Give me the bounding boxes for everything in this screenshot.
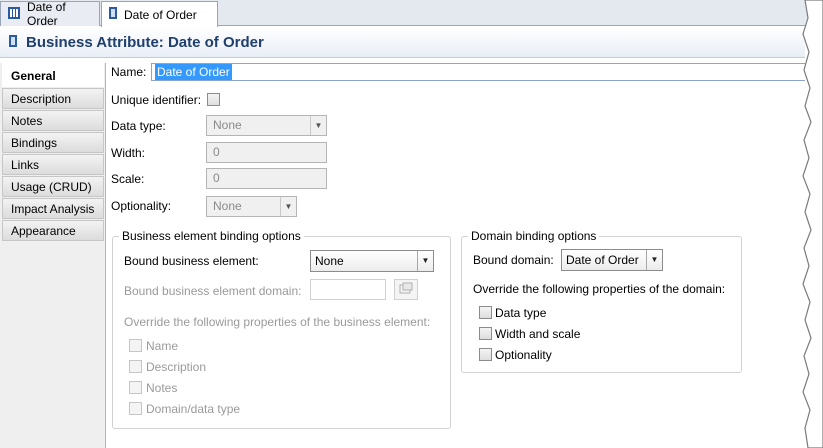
tab-attribute-date-of-order[interactable]: Date of Order bbox=[101, 1, 218, 27]
bound-business-element-domain-label: Bound business element domain: bbox=[124, 284, 302, 298]
domain-binding-group: Domain binding options Bound domain: Dat… bbox=[461, 229, 742, 373]
sidebar: General Description Notes Bindings Links… bbox=[0, 63, 106, 448]
override-width-scale-label: Width and scale bbox=[495, 327, 581, 341]
name-field[interactable]: Date of Order bbox=[151, 63, 805, 81]
chevron-down-icon: ▼ bbox=[280, 197, 296, 216]
torn-edge-decoration bbox=[802, 0, 823, 448]
sidebar-item-links[interactable]: Links bbox=[2, 154, 104, 175]
scale-value: 0 bbox=[213, 171, 220, 185]
sidebar-item-appearance[interactable]: Appearance bbox=[2, 220, 104, 241]
domain-override-label: Override the following properties of the… bbox=[473, 282, 726, 296]
scale-label: Scale: bbox=[111, 172, 145, 186]
browse-domain-button[interactable] bbox=[394, 279, 418, 300]
tab-label: Date of Order bbox=[124, 7, 197, 22]
override-width-scale-checkbox[interactable] bbox=[479, 327, 492, 340]
optionality-label: Optionality: bbox=[111, 199, 172, 213]
bound-domain-select[interactable]: Date of Order ▼ bbox=[561, 249, 663, 271]
browse-icon bbox=[399, 282, 413, 297]
general-panel: Name: Date of Order Unique identifier: D… bbox=[106, 59, 805, 448]
override-description-label: Description bbox=[146, 360, 207, 374]
override-name-label: Name bbox=[146, 339, 179, 353]
override-name-checkbox[interactable] bbox=[129, 339, 142, 352]
editor-tab-bar: Date of Order Date of Order bbox=[0, 0, 823, 28]
data-type-select[interactable]: None ▼ bbox=[206, 115, 327, 136]
bound-business-element-label: Bound business element: bbox=[124, 254, 259, 268]
override-optionality-label: Optionality bbox=[495, 348, 552, 362]
business-binding-title: Business element binding options bbox=[119, 229, 304, 243]
sidebar-item-description[interactable]: Description bbox=[2, 88, 104, 109]
data-type-value: None bbox=[213, 118, 242, 132]
attribute-icon bbox=[8, 34, 18, 51]
name-label: Name: bbox=[111, 65, 147, 79]
sidebar-item-notes[interactable]: Notes bbox=[2, 110, 104, 131]
override-notes-label: Notes bbox=[146, 381, 178, 395]
sidebar-item-general[interactable]: General bbox=[2, 63, 104, 87]
unique-identifier-checkbox[interactable] bbox=[207, 93, 220, 106]
optionality-value: None bbox=[213, 199, 242, 213]
business-override-label: Override the following properties of the… bbox=[124, 315, 431, 329]
chevron-down-icon: ▼ bbox=[646, 250, 662, 270]
width-label: Width: bbox=[111, 146, 146, 160]
bound-domain-value: Date of Order bbox=[566, 253, 639, 267]
bound-domain-label: Bound domain: bbox=[473, 253, 554, 267]
data-type-label: Data type: bbox=[111, 119, 166, 133]
chevron-down-icon: ▼ bbox=[417, 251, 433, 271]
unique-identifier-label: Unique identifier: bbox=[111, 93, 202, 107]
override-data-type-label: Data type bbox=[495, 306, 547, 320]
sidebar-item-impact-analysis[interactable]: Impact Analysis bbox=[2, 198, 104, 219]
bound-business-element-domain-field[interactable] bbox=[310, 279, 386, 300]
override-description-checkbox[interactable] bbox=[129, 360, 142, 373]
optionality-select[interactable]: None ▼ bbox=[206, 196, 297, 217]
bound-business-element-select[interactable]: None ▼ bbox=[310, 250, 434, 272]
name-value: Date of Order bbox=[155, 64, 232, 80]
editor-header: Business Attribute: Date of Order bbox=[0, 27, 805, 58]
override-optionality-checkbox[interactable] bbox=[479, 348, 492, 361]
width-value: 0 bbox=[213, 145, 220, 159]
override-notes-checkbox[interactable] bbox=[129, 381, 142, 394]
model-icon bbox=[7, 6, 21, 23]
page-title: Business Attribute: Date of Order bbox=[26, 33, 264, 51]
sidebar-item-usage-crud[interactable]: Usage (CRUD) bbox=[2, 176, 104, 197]
scale-field[interactable]: 0 bbox=[206, 168, 327, 189]
override-domain-data-type-label: Domain/data type bbox=[146, 402, 241, 416]
width-field[interactable]: 0 bbox=[206, 142, 327, 163]
chevron-down-icon: ▼ bbox=[310, 116, 326, 135]
sidebar-item-bindings[interactable]: Bindings bbox=[2, 132, 104, 153]
domain-binding-title: Domain binding options bbox=[468, 229, 600, 243]
attribute-icon bbox=[108, 6, 118, 23]
tab-label: Date of Order bbox=[27, 0, 66, 28]
bound-business-element-value: None bbox=[315, 254, 344, 268]
override-data-type-checkbox[interactable] bbox=[479, 306, 492, 319]
business-element-binding-group: Business element binding options Bound b… bbox=[112, 229, 451, 429]
override-domain-data-type-checkbox[interactable] bbox=[129, 402, 142, 415]
tab-model-date-of-order[interactable]: Date of Order bbox=[0, 0, 100, 28]
